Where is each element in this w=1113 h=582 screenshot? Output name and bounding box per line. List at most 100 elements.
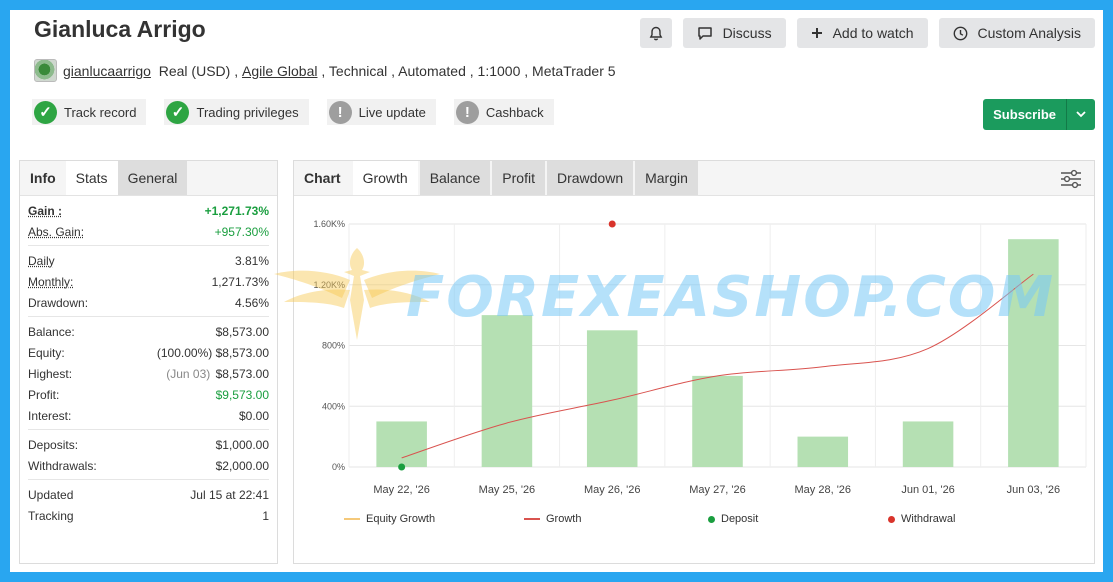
stat-value: $0.00 (238, 408, 269, 423)
stat-row-drawdown: Drawdown: 4.56% (28, 292, 269, 313)
stat-label: Balance: (28, 324, 75, 339)
growth-chart: 0% 400% 800% 1.20K% 1.60K% May 22, '26 May 25,… (313, 219, 1087, 496)
x-tick-label: Jun 03, '26 (1007, 484, 1060, 496)
tab-growth[interactable]: Growth (352, 161, 418, 195)
highest-amount: $8,573.00 (215, 366, 269, 381)
badge-live-update[interactable]: ! Live update (326, 99, 436, 125)
stat-label: Interest: (28, 408, 72, 423)
stat-row-highest: Highest: (Jun 03) $8,573.00 (28, 363, 269, 384)
stat-label[interactable]: Daily (28, 254, 55, 268)
exclamation-icon: ! (328, 100, 352, 124)
stat-row-deposits: Deposits: $1,000.00 (28, 434, 269, 455)
y-tick-label: 400% (322, 401, 345, 411)
exclamation-icon: ! (455, 100, 479, 124)
stat-row-interest: Interest: $0.00 (28, 405, 269, 426)
stat-group-balance: Balance: $8,573.00 Equity: (100.00%) $8,… (28, 317, 269, 430)
tab-general[interactable]: General (117, 161, 188, 195)
x-tick-label: May 22, '26 (373, 484, 430, 496)
x-tick-label: May 28, '26 (795, 484, 852, 496)
y-tick-label: 800% (322, 341, 345, 351)
legend-label: Growth (546, 513, 582, 525)
tab-info[interactable]: Info (20, 161, 66, 195)
chart-tabs: Chart Growth Balance Profit Drawdown Mar… (294, 161, 1094, 196)
chart-tabs-label: Chart (304, 170, 341, 186)
add-to-watch-button[interactable]: Add to watch (796, 18, 928, 48)
account-details: , Technical , Automated , 1:1000 , MetaT… (321, 62, 616, 79)
y-tick-label: 0% (332, 462, 345, 472)
stat-row-abs-gain: Abs. Gain: +957.30% (28, 221, 269, 242)
legend-item-withdrawal[interactable]: Withdrawal (888, 513, 955, 525)
badge-cashback[interactable]: ! Cashback (453, 99, 554, 125)
chart-legend: Equity Growth Growth Deposit Withdrawal (344, 513, 955, 525)
check-icon: ✓ (166, 100, 190, 124)
stat-label[interactable]: Monthly: (28, 275, 73, 289)
chart-bar (376, 421, 427, 467)
clock-icon (953, 26, 968, 41)
add-to-watch-label: Add to watch (832, 25, 914, 41)
stat-value: 4.56% (234, 295, 269, 310)
check-icon: ✓ (34, 100, 57, 124)
stat-value: +1,271.73% (204, 203, 269, 218)
notification-button[interactable] (639, 18, 672, 48)
stat-row-balance: Balance: $8,573.00 (28, 321, 269, 342)
legend-swatch (524, 518, 540, 520)
stat-row-updated: Updated Jul 15 at 22:41 (28, 484, 269, 505)
page-title: Gianluca Arrigo (34, 16, 206, 42)
tab-drawdown[interactable]: Drawdown (546, 161, 634, 195)
equity-percent: (100.00%) (156, 345, 213, 360)
stat-group-gain: Gain : +1,271.73% Abs. Gain: +957.30% (28, 196, 269, 246)
sliders-icon[interactable] (1060, 169, 1082, 194)
stat-value: 3.81% (234, 253, 269, 268)
avatar[interactable] (34, 59, 57, 82)
legend-label: Deposit (721, 513, 759, 525)
discuss-button[interactable]: Discuss (682, 18, 786, 48)
account-type: Real (USD) (158, 62, 231, 79)
username-link[interactable]: gianlucaarrigo (63, 63, 151, 79)
chart-bar (1008, 239, 1059, 467)
subscribe-button[interactable]: Subscribe (983, 99, 1067, 130)
x-tick-label: May 27, '26 (689, 484, 746, 496)
tab-balance[interactable]: Balance (419, 161, 491, 195)
stat-value: $8,573.00 (215, 324, 269, 339)
x-tick-label: May 25, '26 (479, 484, 536, 496)
badge-trading-privileges[interactable]: ✓ Trading privileges (164, 99, 309, 125)
x-tick-label: Jun 01, '26 (901, 484, 954, 496)
stat-label[interactable]: Abs. Gain: (28, 225, 84, 239)
bell-icon (649, 26, 663, 41)
page-frame: Gianluca Arrigo Discuss Add to watch Cus… (10, 10, 1103, 572)
badge-label: Track record (64, 104, 137, 120)
tab-margin[interactable]: Margin (635, 161, 698, 195)
tab-profit[interactable]: Profit (492, 161, 545, 195)
y-tick-label: 1.60K% (313, 219, 345, 229)
stat-label: Equity: (28, 345, 65, 360)
legend-item-growth[interactable]: Growth (524, 513, 708, 525)
badge-label: Cashback (485, 104, 544, 120)
stat-value: $9,573.00 (215, 387, 269, 402)
broker-link[interactable]: Agile Global (242, 63, 318, 79)
stat-label: Highest: (28, 366, 73, 381)
legend-swatch (708, 515, 715, 523)
stat-row-equity: Equity: (100.00%) $8,573.00 (28, 342, 269, 363)
account-meta: gianlucaarrigo Real (USD) , Agile Global… (34, 59, 616, 82)
stat-label[interactable]: Gain : (28, 204, 62, 218)
chart-bar (902, 421, 954, 467)
stats-tabs: Info Stats General (20, 161, 277, 196)
stat-value: (Jun 03) $8,573.00 (166, 367, 269, 381)
stat-label: Drawdown: (28, 295, 89, 310)
legend-swatch (888, 515, 895, 523)
chat-icon (697, 26, 713, 41)
stat-value: (100.00%) $8,573.00 (157, 346, 269, 360)
x-tick-label: May 26, '26 (584, 484, 641, 496)
badge-label: Trading privileges (196, 104, 299, 120)
chart-bar (797, 436, 849, 467)
stat-group-updated: Updated Jul 15 at 22:41 Tracking 1 (28, 480, 269, 529)
badge-label: Live update (358, 104, 426, 120)
badge-track-record[interactable]: ✓ Track record (32, 99, 147, 125)
custom-analysis-button[interactable]: Custom Analysis (938, 18, 1095, 48)
chevron-down-icon[interactable] (1067, 111, 1095, 118)
legend-item-deposit[interactable]: Deposit (708, 513, 888, 525)
highest-date: (Jun 03) (166, 366, 211, 381)
chart-bar (692, 375, 743, 467)
tab-stats[interactable]: Stats (65, 161, 118, 195)
legend-item-equity-growth[interactable]: Equity Growth (344, 513, 524, 525)
